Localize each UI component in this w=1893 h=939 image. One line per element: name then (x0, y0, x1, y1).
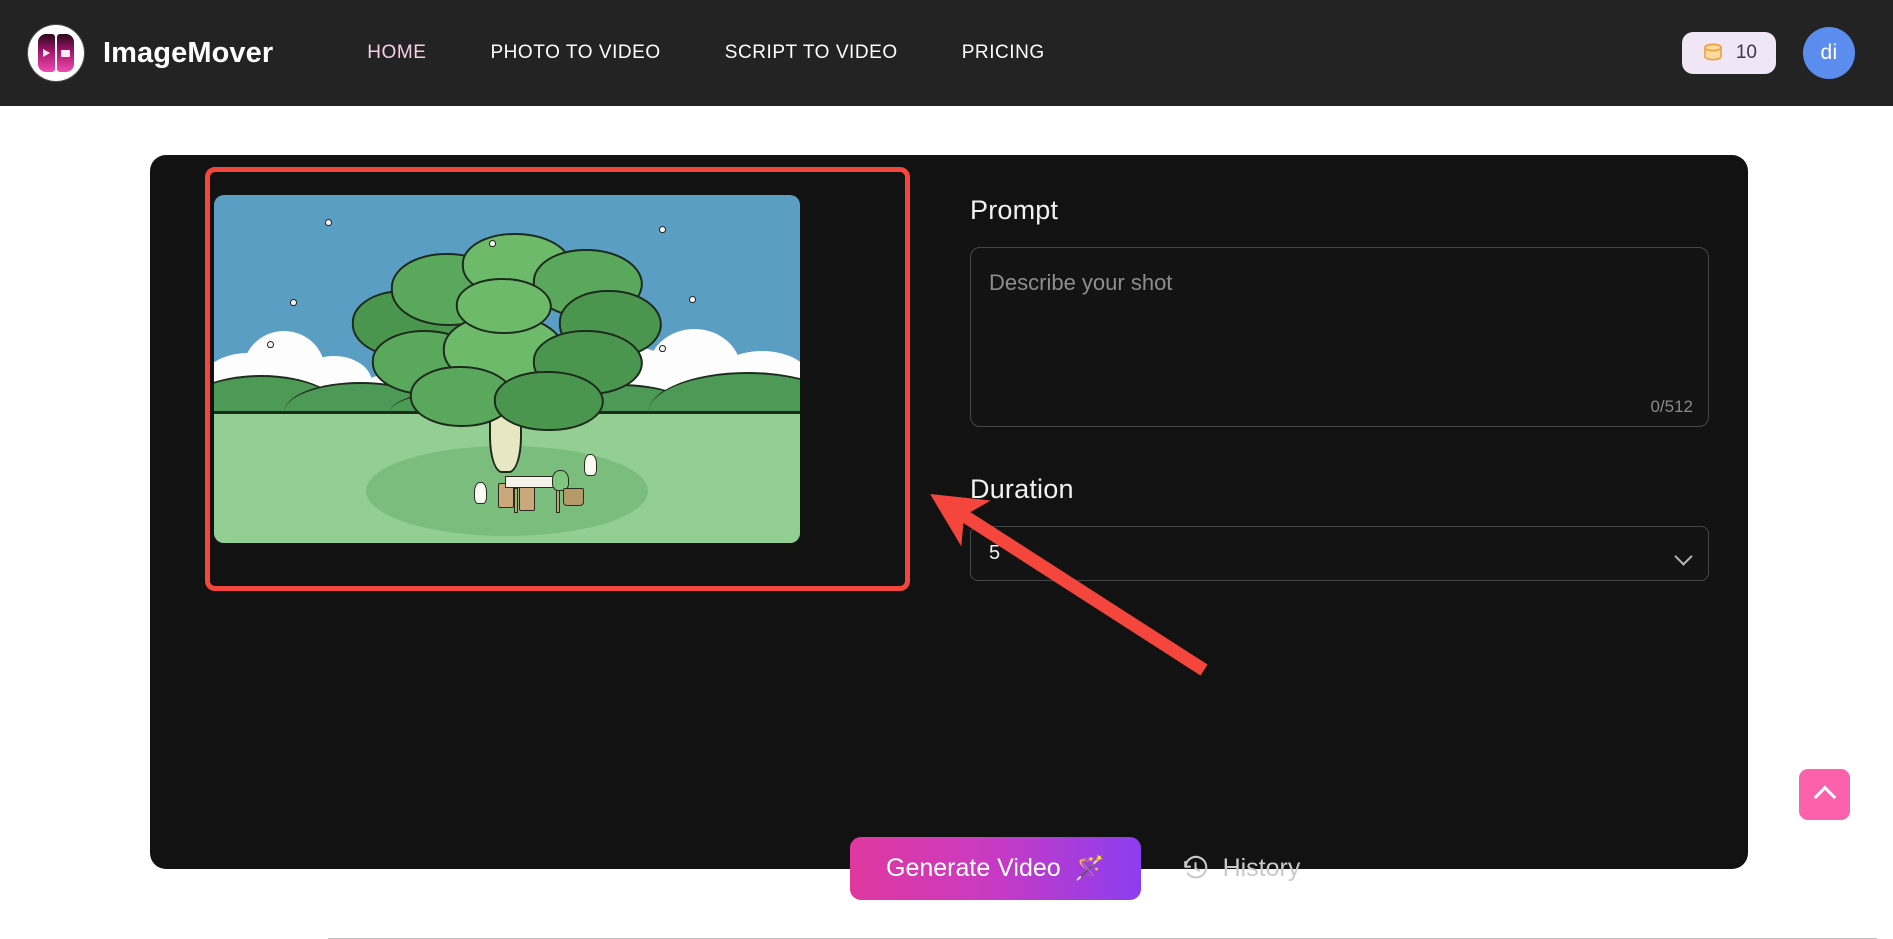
credits-count: 10 (1735, 42, 1757, 63)
nav-link-script-to-video[interactable]: SCRIPT TO VIDEO (693, 32, 930, 74)
chevron-up-icon (1813, 785, 1836, 809)
prompt-placeholder: Describe your shot (989, 270, 1173, 295)
duration-label: Duration (970, 474, 1074, 504)
image-preview[interactable] (214, 195, 800, 543)
prompt-input[interactable]: Describe your shot 0/512 (970, 247, 1709, 427)
tree-illustration (214, 195, 800, 543)
prompt-label: Prompt (970, 195, 1059, 225)
duration-select[interactable]: 5 (970, 526, 1709, 581)
generator-form: Prompt Describe your shot 0/512 Duration… (970, 195, 1710, 581)
coin-stack-icon (1704, 43, 1722, 61)
avatar[interactable]: di (1803, 27, 1855, 79)
brand-logo-group[interactable]: ImageMover (28, 25, 273, 81)
navbar-right-group: 10 di (1681, 27, 1855, 79)
duration-value: 5 (989, 542, 1001, 564)
top-navbar: ImageMover HOME PHOTO TO VIDEO SCRIPT TO… (0, 0, 1893, 106)
credits-badge[interactable]: 10 (1681, 32, 1776, 74)
prompt-char-counter: 0/512 (1650, 397, 1693, 416)
chevron-down-icon (1674, 546, 1693, 566)
nav-link-home[interactable]: HOME (335, 32, 458, 74)
nav-link-photo-to-video[interactable]: PHOTO TO VIDEO (458, 32, 692, 74)
imagemover-logo-icon (28, 25, 84, 81)
nav-links: HOME PHOTO TO VIDEO SCRIPT TO VIDEO PRIC… (335, 32, 1077, 74)
nav-link-pricing[interactable]: PRICING (930, 32, 1077, 74)
brand-name: ImageMover (103, 36, 274, 69)
generator-card: Prompt Describe your shot 0/512 Duration… (150, 155, 1877, 939)
page-body: Prompt Describe your shot 0/512 Duration… (0, 106, 1893, 939)
scroll-to-top-button[interactable] (1799, 769, 1850, 820)
